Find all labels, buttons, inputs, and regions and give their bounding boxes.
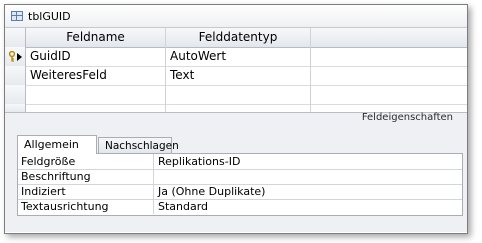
field-description-cell[interactable] [311,104,467,112]
property-value[interactable]: Ja (Ohne Duplikate) [154,184,462,199]
property-sheet: Feldgröße Replikations-ID Beschriftung I… [17,153,463,216]
field-description-cell[interactable] [311,47,467,66]
table-row[interactable] [5,85,467,105]
row-selector[interactable] [5,47,26,66]
grid-header-row: Feldname Felddatentyp [5,28,467,48]
property-row[interactable]: Beschriftung [18,169,462,185]
property-row[interactable]: Textausrichtung Standard [18,199,462,214]
tab-allgemein[interactable]: Allgemein [17,135,97,154]
table-row[interactable]: WeiteresFeld Text [5,66,467,86]
field-properties-pane: Allgemein Nachschlagen Feldgröße Replika… [5,125,467,232]
column-header-feldname[interactable]: Feldname [26,28,166,47]
table-row[interactable]: GuidID AutoWert [5,47,467,67]
field-grid: Feldname Felddatentyp GuidID AutoWert We… [5,28,467,112]
table-row-empty [5,104,467,112]
row-selector[interactable] [5,66,26,85]
column-header-beschreibung[interactable] [311,28,467,47]
grid-corner[interactable] [5,28,26,47]
field-type-cell[interactable]: AutoWert [166,47,311,66]
field-description-cell[interactable] [311,85,467,104]
property-name: Textausrichtung [18,199,154,214]
property-name: Beschriftung [18,169,154,184]
field-type-cell[interactable] [166,104,311,112]
field-type-cell[interactable]: Text [166,66,311,85]
property-row[interactable]: Indiziert Ja (Ohne Duplikate) [18,184,462,200]
row-selector[interactable] [5,85,26,104]
column-header-felddatentyp[interactable]: Felddatentyp [166,28,311,47]
field-type-cell[interactable] [166,85,311,104]
property-name: Feldgröße [18,154,154,169]
property-name: Indiziert [18,184,154,199]
field-name-cell[interactable]: GuidID [26,47,166,66]
property-value[interactable]: Replikations-ID [154,154,462,169]
field-name-cell[interactable] [26,85,166,104]
field-name-cell[interactable] [26,104,166,112]
property-value[interactable]: Standard [154,199,462,214]
document-tab[interactable]: tblGUID [5,5,467,28]
primary-key-icon [8,51,16,62]
field-description-cell[interactable] [311,66,467,85]
field-name-cell[interactable]: WeiteresFeld [26,66,166,85]
property-value[interactable] [154,169,462,184]
tab-nachschlagen[interactable]: Nachschlagen [98,137,179,153]
field-properties-label: Feldeigenschaften [361,112,453,123]
table-icon [11,11,23,21]
current-row-icon [17,53,22,61]
pane-splitter[interactable]: Feldeigenschaften [5,112,467,126]
table-design-window: tblGUID Feldname Felddatentyp GuidID Aut… [4,4,468,234]
document-title: tblGUID [28,10,71,23]
row-selector[interactable] [5,104,26,112]
property-row[interactable]: Feldgröße Replikations-ID [18,154,462,170]
